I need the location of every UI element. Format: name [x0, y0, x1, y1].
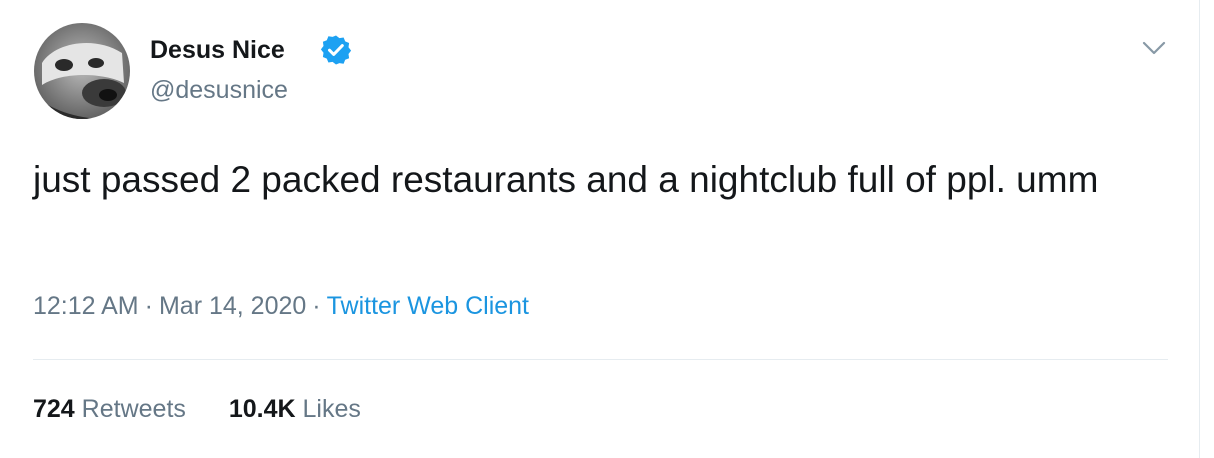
retweets-label: Retweets — [81, 395, 186, 423]
engagement-stats: 724 Retweets 10.4K Likes — [33, 395, 397, 424]
tweet-metadata: 12:12 AM · Mar 14, 2020 · Twitter Web Client — [33, 292, 529, 321]
likes-stat[interactable]: 10.4K Likes — [229, 395, 361, 424]
retweets-count: 724 — [33, 395, 75, 423]
avatar[interactable] — [34, 23, 130, 119]
divider — [33, 359, 1168, 360]
tweet-date[interactable]: Mar 14, 2020 — [159, 292, 306, 320]
likes-count: 10.4K — [228, 395, 296, 423]
user-handle[interactable]: @desusnice — [150, 76, 288, 105]
source-link[interactable]: Twitter Web Client — [327, 292, 529, 320]
tweet-time[interactable]: 12:12 AM — [33, 292, 139, 320]
tweet-text: just passed 2 packed restaurants and a n… — [33, 159, 1099, 200]
likes-label: Likes — [302, 395, 361, 423]
chevron-down-icon[interactable] — [1140, 36, 1168, 60]
display-name[interactable]: Desus Nice — [150, 36, 285, 65]
verified-badge-icon — [320, 35, 352, 65]
separator: · — [144, 292, 153, 320]
separator: · — [312, 292, 321, 320]
tweet-card: Desus Nice @desusnice just passed 2 pack… — [0, 0, 1200, 458]
retweets-stat[interactable]: 724 Retweets — [33, 395, 186, 424]
avatar-image — [34, 23, 130, 119]
